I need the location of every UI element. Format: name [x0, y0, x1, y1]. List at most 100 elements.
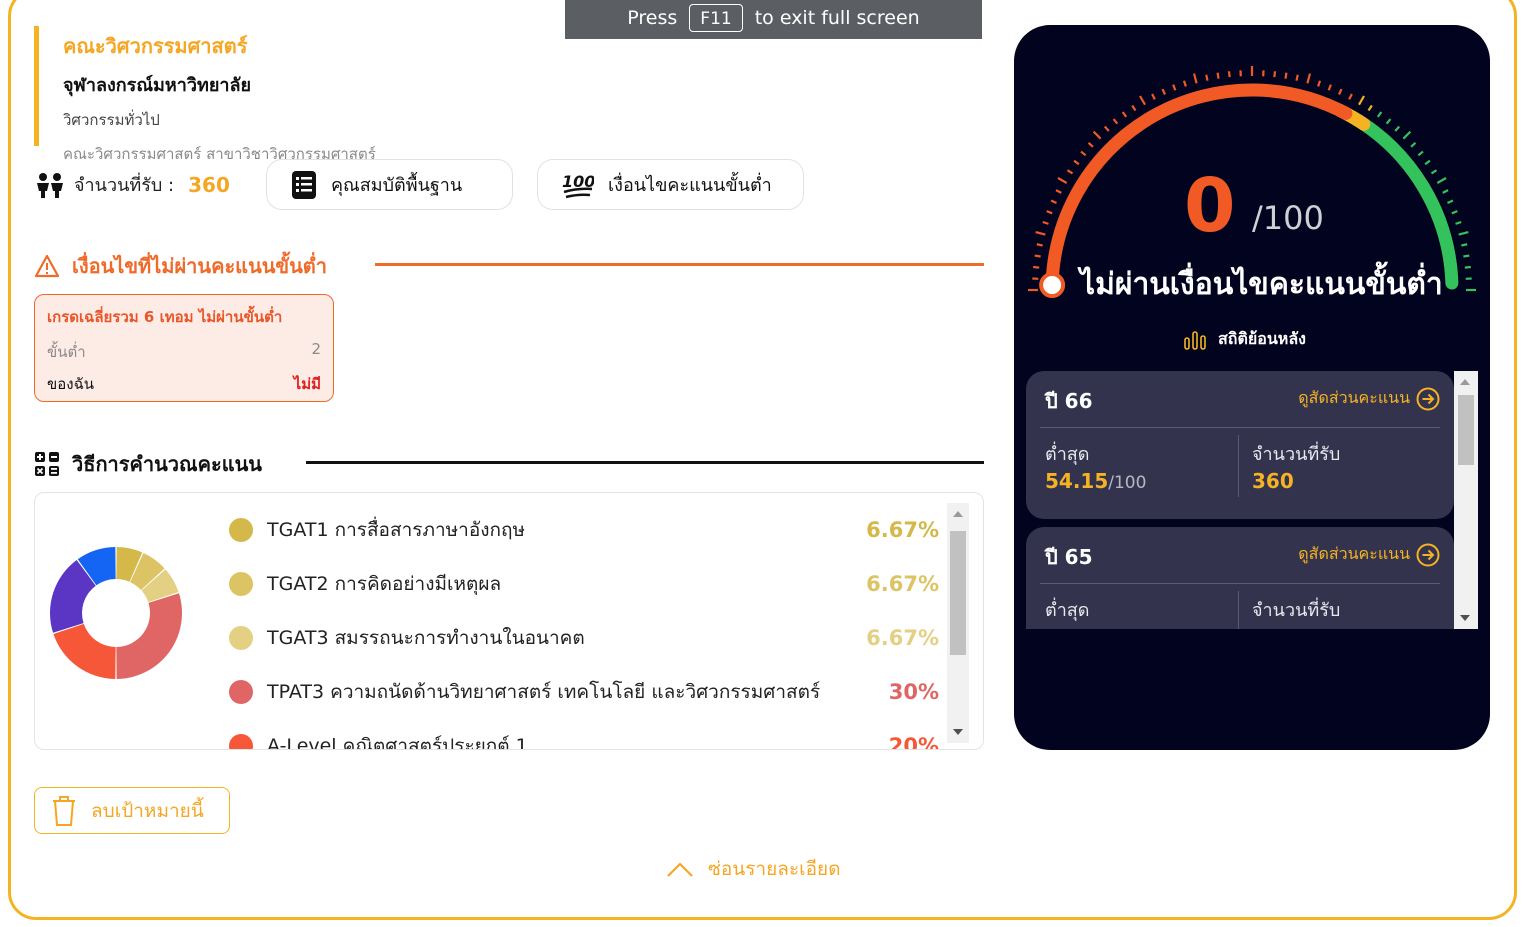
gauge-tick [1430, 169, 1438, 175]
gauge-tick [1394, 125, 1401, 132]
university-name: จุฬาลงกรณ์มหาวิทยาลัย [63, 75, 252, 96]
calc-item-dot [229, 734, 253, 749]
hide-details-link[interactable]: ซ่อนรายละเอียด [666, 854, 841, 884]
calc-item-name: TGAT1 การสื่อสารภาษาอังกฤษ [267, 519, 526, 541]
weight-donut-chart [49, 547, 182, 679]
history-min-label: ต่ำสุด [1045, 600, 1090, 621]
people-icon [37, 172, 63, 198]
gauge-tick [1367, 104, 1373, 112]
scroll-thumb[interactable] [950, 531, 966, 655]
gauge-tick [1161, 88, 1166, 95]
gauge-tick [1205, 74, 1209, 81]
fullscreen-text-before: Press [627, 6, 678, 29]
gauge-tick [1417, 150, 1424, 157]
gauge-tick [1227, 71, 1231, 78]
gauge-tick [1131, 104, 1137, 112]
scroll-down-arrow[interactable] [953, 729, 963, 735]
history-year: ปี 66 [1045, 389, 1093, 413]
calc-section-divider [306, 461, 984, 464]
history-stats-link[interactable]: สถิติย้อนหลัง [1184, 327, 1306, 352]
qualifications-label: คุณสมบัติพื้นฐาน [331, 175, 463, 196]
calculator-icon [35, 452, 59, 476]
gauge-tick [1035, 230, 1046, 236]
calc-item: A-Level คณิตศาสตร์ประยุกต์ 1 20% [227, 719, 939, 750]
qualifications-button[interactable]: คุณสมบัติพื้นฐาน [266, 159, 513, 210]
failed-section-title: เงื่อนไขที่ไม่ผ่านคะแนนขั้นต่ำ [34, 250, 327, 282]
gauge-tick [1151, 93, 1156, 100]
fullscreen-text-after: to exit full screen [754, 6, 920, 29]
history-scroll-thumb[interactable] [1458, 395, 1474, 465]
calc-item: TGAT3 สมรรถนะการทำงานในอนาคต 6.67% [227, 611, 939, 665]
checklist-icon [292, 170, 316, 199]
gpa-fail-title: เกรดเฉลี่ยรวม 6 เทอม ไม่ผ่านขั้นต่ำ [47, 308, 283, 326]
gauge-tick [1121, 111, 1128, 118]
scroll-up-arrow[interactable] [953, 511, 963, 517]
gauge-tick [1442, 189, 1449, 194]
gauge-tick [1172, 84, 1177, 91]
program-name: วิศวกรรมทั่วไป [63, 111, 160, 129]
view-proportion-label: ดูสัดส่วนคะแนน [1298, 388, 1410, 407]
history-capacity-value: 360 [1252, 469, 1294, 493]
trash-icon [53, 795, 75, 826]
delete-target-label: ลบเป้าหมายนี้ [91, 799, 204, 822]
history-card: ปี 65 ดูสัดส่วนคะแนน ต่ำสุด จำนวนที่รับ [1026, 527, 1454, 629]
warning-icon [34, 254, 60, 278]
gauge-tick [1036, 243, 1043, 247]
calc-item-percent: 6.67% [866, 572, 939, 596]
donut-slice [53, 623, 116, 679]
capacity: จำนวนที่รับ : 360 [34, 170, 230, 199]
gauge-tick [1295, 74, 1299, 81]
delete-target-button[interactable]: ลบเป้าหมายนี้ [34, 787, 230, 834]
view-proportion-label: ดูสัดส่วนคะแนน [1298, 544, 1410, 563]
history-min-max: /100 [1108, 473, 1147, 493]
history-card: ปี 66 ดูสัดส่วนคะแนน ต่ำสุด จำนวนที่รับ … [1026, 371, 1454, 519]
history-scroll-down-arrow[interactable] [1460, 615, 1470, 621]
gauge-tick [1358, 95, 1365, 106]
gauge-tick [1284, 72, 1288, 79]
gauge-tick [1080, 150, 1087, 157]
gpa-min-label: ขั้นต่ำ [47, 343, 86, 361]
history-divider [1040, 427, 1440, 428]
capacity-label: จำนวนที่รับ : [74, 175, 175, 196]
history-min-label: ต่ำสุด [1045, 444, 1090, 465]
calc-scrollbar[interactable] [947, 503, 969, 743]
history-year: ปี 65 [1045, 545, 1093, 569]
calc-list[interactable]: TGAT1 การสื่อสารภาษาอังกฤษ 6.67% TGAT2 การ… [227, 503, 939, 750]
calc-item-dot [229, 626, 253, 650]
view-proportion-link[interactable]: ดูสัดส่วนคะแนน [1298, 386, 1440, 411]
gauge-tick [1112, 118, 1119, 125]
gauge-tick [1451, 210, 1458, 215]
gauge-tick [1055, 189, 1062, 194]
gauge-tick [1317, 80, 1322, 87]
score-value: 0 [1184, 163, 1236, 249]
gauge-tick [1273, 71, 1277, 78]
calc-item-percent: 6.67% [866, 518, 939, 542]
gauge-tick [1447, 199, 1454, 204]
arrow-right-circle-icon [1416, 543, 1440, 566]
hundred-points-icon: 100 [562, 172, 594, 198]
gauge-tick [1376, 111, 1383, 118]
gpa-min-value: 2 [311, 340, 321, 358]
calc-section-title: วิธีการคำนวณคะแนน [34, 448, 262, 480]
min-score-conditions-label: เงื่อนไขคะแนนขั้นต่ำ [608, 175, 772, 196]
gauge-tick [1057, 177, 1068, 184]
score-max: /100 [1252, 199, 1324, 237]
gauge-tick [1424, 159, 1431, 166]
capacity-value: 360 [188, 172, 230, 197]
gpa-mine-value: ไม่มี [293, 375, 321, 393]
history-list[interactable]: ปี 66 ดูสัดส่วนคะแนน ต่ำสุด จำนวนที่รับ … [1026, 371, 1454, 629]
arrow-right-circle-icon [1416, 387, 1440, 410]
history-scrollbar[interactable] [1454, 371, 1478, 629]
calc-item-percent: 30% [888, 680, 939, 704]
gauge-tick [1046, 210, 1053, 215]
min-score-conditions-button[interactable]: 100 เงื่อนไขคะแนนขั้นต่ำ [537, 159, 804, 210]
gauge-tick [1464, 265, 1471, 269]
calc-item-dot [229, 572, 253, 596]
gauge-tick [1348, 93, 1353, 100]
calc-item-name: TGAT3 สมรรถนะการทำงานในอนาคต [267, 627, 585, 649]
program-header: คณะวิศวกรรมศาสตร์ จุฬาลงกรณ์มหาวิทยาลัย … [34, 26, 376, 163]
hide-details-label: ซ่อนรายละเอียด [708, 858, 841, 880]
history-scroll-up-arrow[interactable] [1460, 379, 1470, 385]
calc-item-percent: 20% [888, 734, 939, 750]
view-proportion-link[interactable]: ดูสัดส่วนคะแนน [1298, 542, 1440, 567]
